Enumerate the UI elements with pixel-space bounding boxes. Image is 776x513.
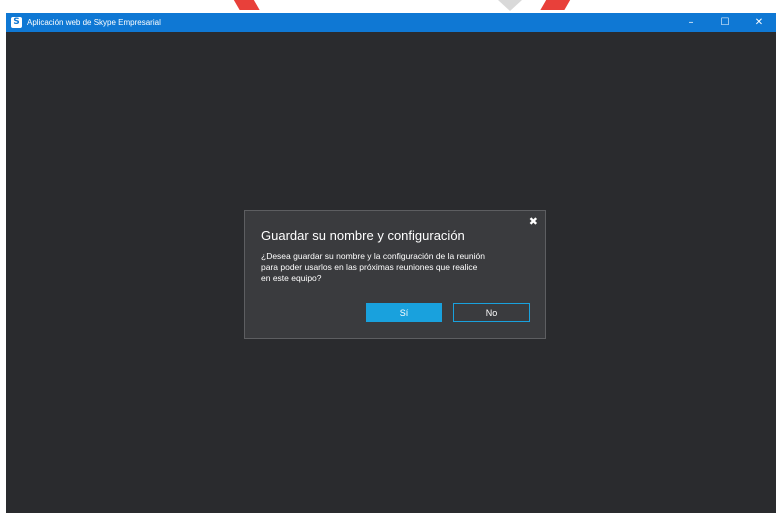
window-title: Aplicación web de Skype Empresarial (27, 18, 161, 27)
banner-notch (498, 0, 522, 11)
title-bar[interactable]: S Aplicación web de Skype Empresarial – … (6, 13, 776, 32)
yes-button[interactable]: Sí (366, 303, 442, 322)
background-banner (0, 0, 776, 13)
minimize-button[interactable]: – (674, 13, 708, 32)
banner-red-shape-left (230, 0, 260, 10)
close-icon[interactable]: ✖ (529, 216, 538, 228)
maximize-button[interactable]: ☐ (708, 13, 742, 32)
dialog-message: ¿Desea guardar su nombre y la configurac… (261, 251, 531, 284)
save-settings-dialog: ✖ Guardar su nombre y configuración ¿Des… (244, 210, 546, 339)
window-controls: – ☐ ✕ (674, 13, 776, 32)
dialog-title: Guardar su nombre y configuración (261, 228, 465, 243)
dialog-message-line: ¿Desea guardar su nombre y la configurac… (261, 251, 485, 261)
skype-icon: S (11, 17, 22, 28)
dialog-message-line: para poder usarlos en las próximas reuni… (261, 262, 478, 272)
no-button[interactable]: No (453, 303, 530, 322)
banner-red-shape-right (540, 0, 574, 10)
close-window-button[interactable]: ✕ (742, 13, 776, 32)
app-window: S Aplicación web de Skype Empresarial – … (6, 13, 776, 513)
dialog-message-line: en este equipo? (261, 273, 322, 283)
